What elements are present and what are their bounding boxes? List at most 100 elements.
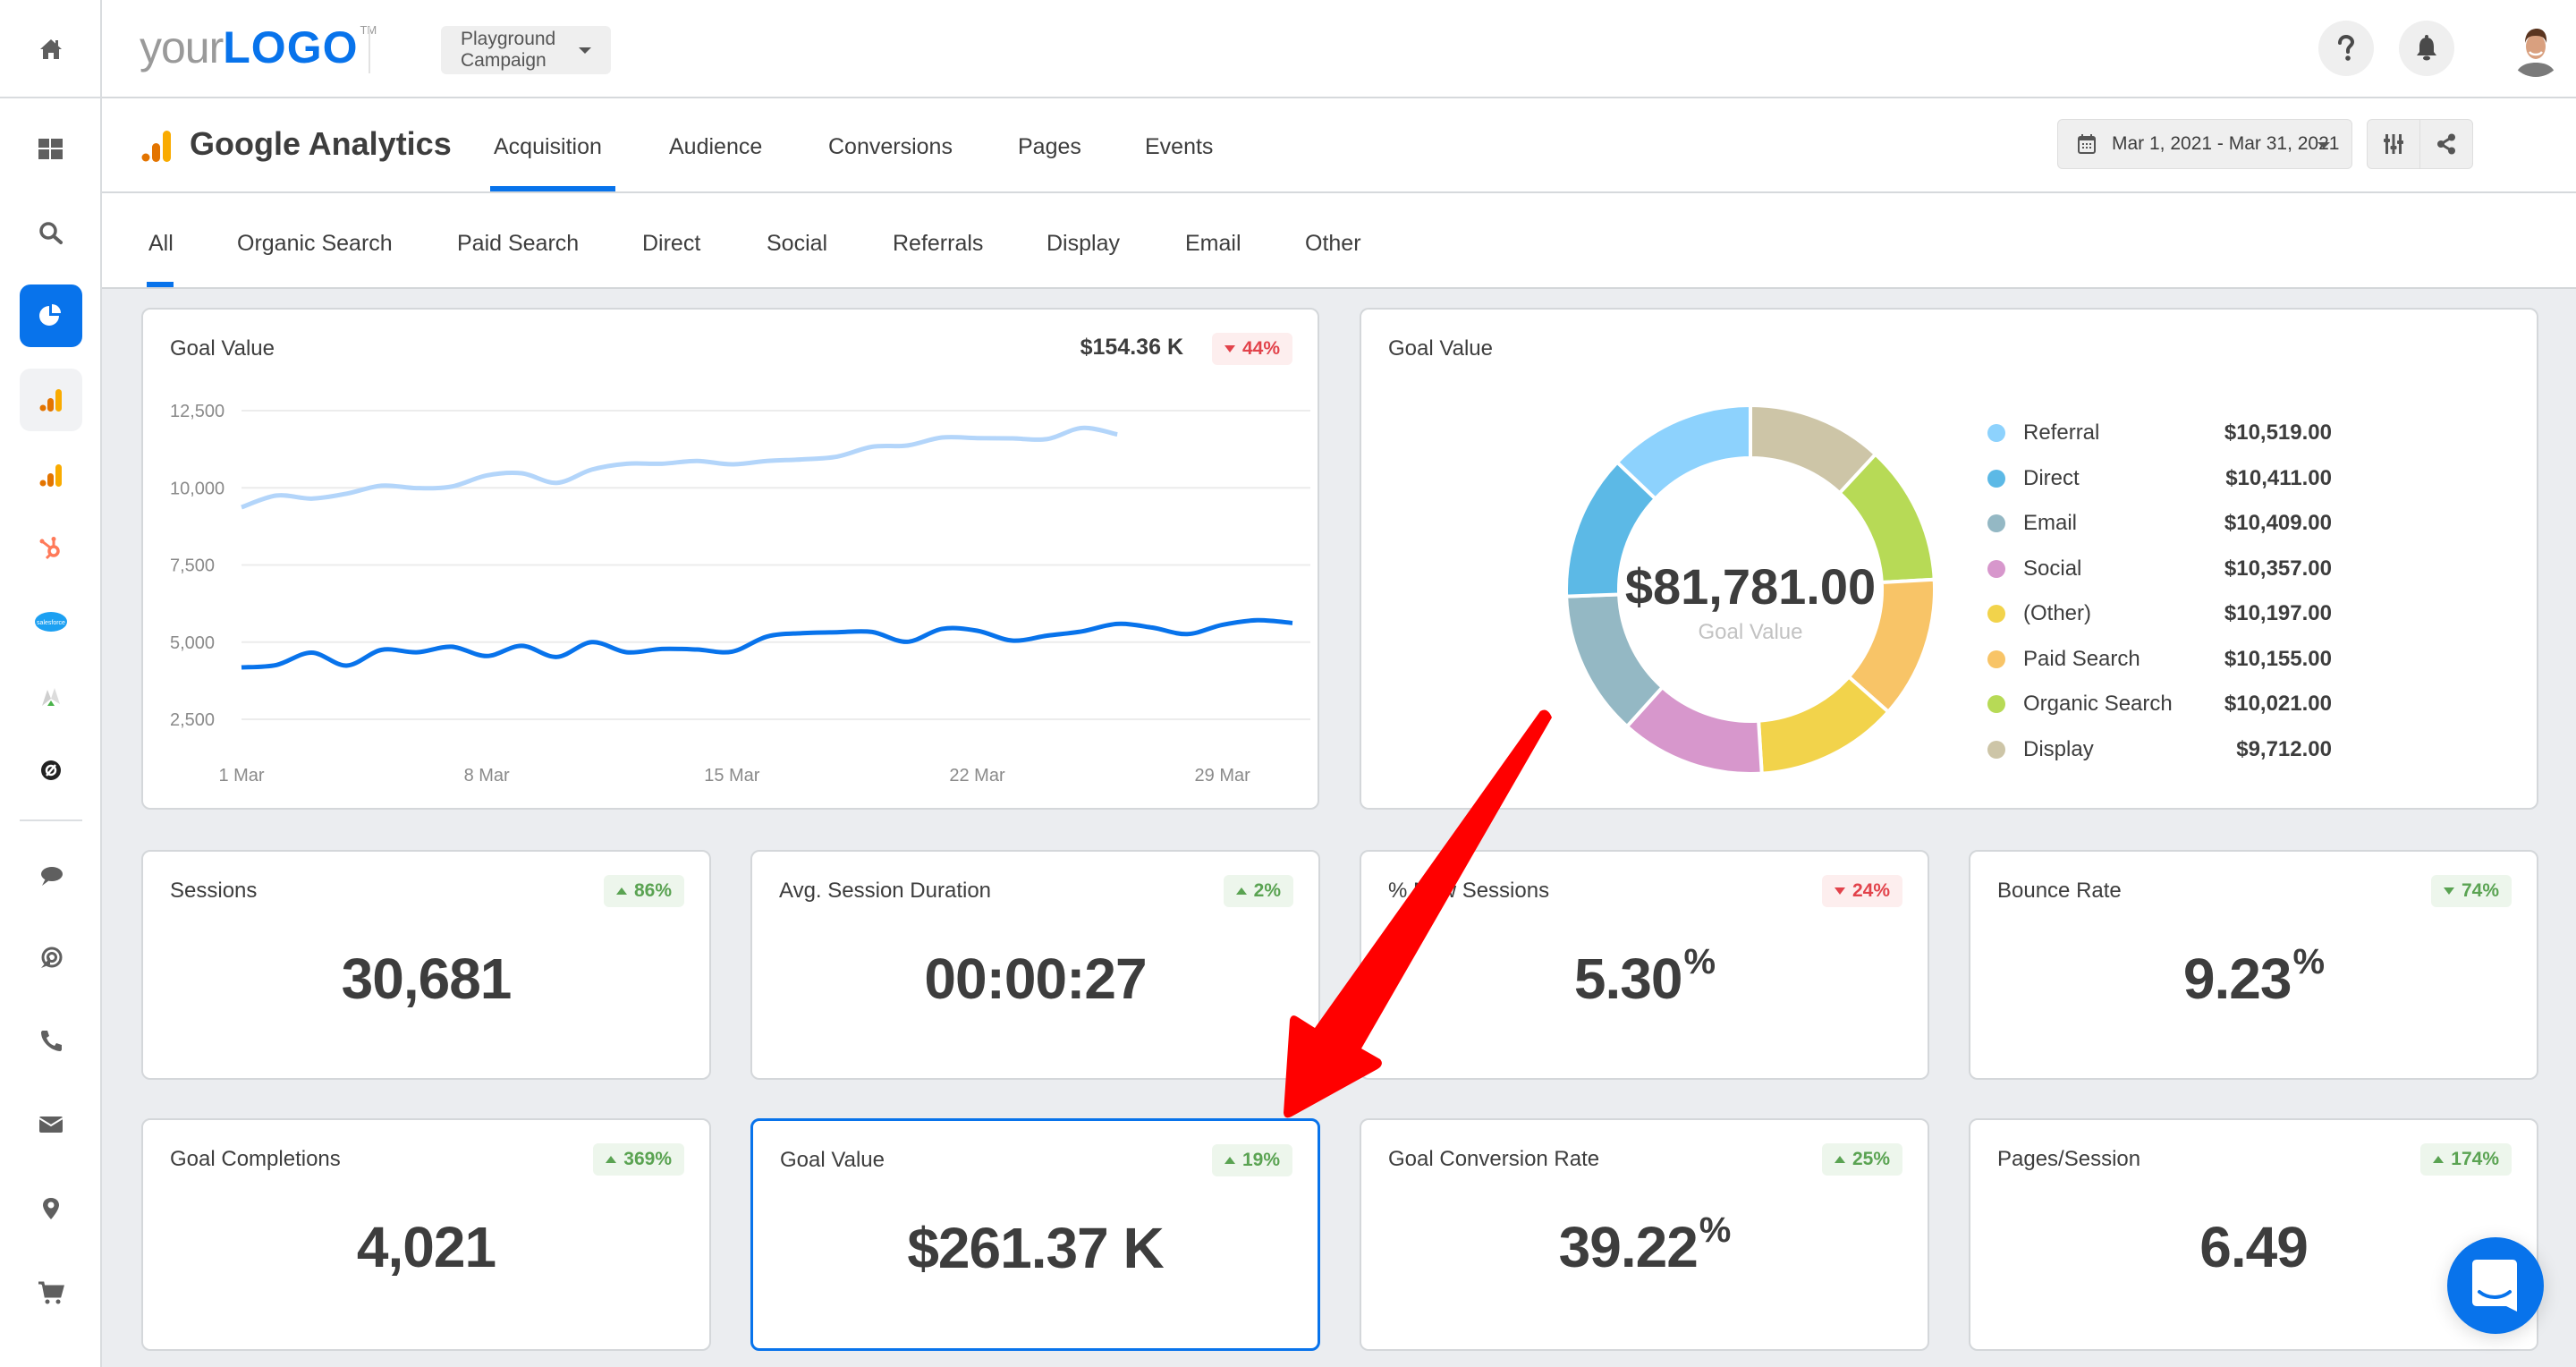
data-point[interactable] (1252, 615, 1263, 625)
tab-audience[interactable]: Audience (669, 134, 762, 160)
data-point[interactable] (726, 459, 737, 470)
data-point[interactable] (377, 480, 387, 491)
sidebar-item-home[interactable] (20, 18, 82, 81)
data-point[interactable] (832, 627, 843, 638)
help-button[interactable] (2318, 21, 2374, 76)
sidebar-item-ecommerce[interactable] (20, 1261, 82, 1324)
data-point[interactable] (762, 455, 773, 466)
data-point[interactable] (1182, 629, 1193, 640)
tab-events[interactable]: Events (1145, 134, 1213, 160)
data-point[interactable] (1077, 422, 1088, 433)
sidebar-item-email[interactable] (20, 1093, 82, 1156)
sidebar-item-chat[interactable] (20, 845, 82, 907)
data-point[interactable] (587, 464, 597, 475)
legend-item[interactable]: Paid Search $10,155.00 (1987, 641, 2363, 677)
data-point[interactable] (1112, 618, 1123, 629)
data-point[interactable] (691, 644, 702, 655)
data-point[interactable] (1042, 631, 1053, 641)
data-point[interactable] (1007, 433, 1018, 444)
data-point[interactable] (657, 458, 667, 469)
data-point[interactable] (691, 455, 702, 466)
sidebar-item-calls[interactable] (20, 1009, 82, 1072)
previous-period-line[interactable] (241, 425, 1118, 510)
data-point[interactable] (342, 660, 352, 671)
kpi-card[interactable]: Sessions 86% 30,681 (141, 850, 711, 1080)
sidebar-item-dashboard[interactable] (20, 118, 82, 181)
data-point[interactable] (972, 625, 983, 636)
tab-acquisition[interactable]: Acquisition (494, 134, 602, 160)
current-period-line[interactable] (241, 617, 1293, 670)
data-point[interactable] (587, 637, 597, 648)
sidebar-item-pingdom[interactable] (20, 739, 82, 802)
campaign-select[interactable]: Playground Campaign (441, 26, 611, 74)
legend-item[interactable]: Display $9,712.00 (1987, 732, 2363, 768)
data-point[interactable] (1077, 626, 1088, 637)
sidebar-item-tracking[interactable] (20, 927, 82, 989)
sidebar-item-salesforce[interactable]: salesforce (20, 590, 82, 653)
data-point[interactable] (446, 481, 457, 492)
subtab-email[interactable]: Email (1185, 231, 1241, 257)
kpi-card[interactable]: Bounce Rate 74% 9.23% (1969, 850, 2538, 1080)
data-point[interactable] (832, 451, 843, 462)
subtab-all[interactable]: All (148, 231, 174, 257)
data-point[interactable] (867, 626, 877, 637)
data-point[interactable] (622, 647, 632, 658)
kpi-card[interactable]: Goal Conversion Rate 25% 39.22% (1360, 1118, 1929, 1351)
legend-item[interactable]: Social $10,357.00 (1987, 551, 2363, 587)
date-range-picker[interactable]: Mar 1, 2021 - Mar 31, 2021 (2057, 119, 2352, 169)
kpi-card[interactable]: Goal Value 19% $261.37 K (750, 1118, 1320, 1351)
data-point[interactable] (342, 488, 352, 499)
tab-conversions[interactable]: Conversions (828, 134, 953, 160)
data-point[interactable] (481, 650, 492, 661)
chat-support-button[interactable] (2447, 1237, 2544, 1334)
data-point[interactable] (1112, 429, 1123, 440)
data-point[interactable] (726, 646, 737, 657)
kpi-card[interactable]: % New Sessions 24% 5.30% (1360, 850, 1929, 1080)
data-point[interactable] (1287, 617, 1298, 628)
subtab-direct[interactable]: Direct (642, 231, 700, 257)
user-avatar[interactable] (2508, 21, 2563, 77)
data-point[interactable] (762, 632, 773, 642)
subtab-social[interactable]: Social (767, 231, 827, 257)
data-point[interactable] (516, 468, 527, 479)
data-point[interactable] (306, 493, 317, 504)
sidebar-item-search[interactable] (20, 202, 82, 265)
data-point[interactable] (1042, 434, 1053, 445)
legend-item[interactable]: Organic Search $10,021.00 (1987, 686, 2363, 722)
data-point[interactable] (411, 647, 422, 658)
kpi-card[interactable]: Pages/Session 174% 6.49 (1969, 1118, 2538, 1351)
data-point[interactable] (306, 647, 317, 658)
data-point[interactable] (936, 624, 947, 634)
legend-item[interactable]: Email $10,409.00 (1987, 505, 2363, 541)
data-point[interactable] (236, 662, 247, 673)
data-point[interactable] (271, 490, 282, 501)
sidebar-item-local[interactable] (20, 1177, 82, 1240)
sidebar-item-google-analytics-4[interactable] (20, 444, 82, 506)
legend-item[interactable]: Direct $10,411.00 (1987, 461, 2363, 497)
data-point[interactable] (446, 641, 457, 652)
data-point[interactable] (622, 458, 632, 469)
subtab-other[interactable]: Other (1305, 231, 1361, 257)
data-point[interactable] (902, 440, 912, 451)
data-point[interactable] (1007, 635, 1018, 646)
subtab-organic-search[interactable]: Organic Search (237, 231, 393, 257)
sidebar-item-integration[interactable] (20, 666, 82, 728)
legend-item[interactable]: Referral $10,519.00 (1987, 415, 2363, 451)
data-point[interactable] (552, 651, 563, 662)
legend-item[interactable]: (Other) $10,197.00 (1987, 596, 2363, 632)
tab-pages[interactable]: Pages (1018, 134, 1081, 160)
data-point[interactable] (1147, 623, 1157, 633)
data-point[interactable] (902, 636, 912, 647)
brand-logo[interactable]: your LOGO TM (140, 21, 377, 75)
data-point[interactable] (936, 432, 947, 443)
data-point[interactable] (271, 659, 282, 670)
data-point[interactable] (377, 644, 387, 655)
data-point[interactable] (797, 454, 808, 465)
notifications-button[interactable] (2399, 21, 2454, 76)
sidebar-item-reports[interactable] (20, 284, 82, 347)
data-point[interactable] (972, 433, 983, 444)
share-button[interactable] (2419, 120, 2472, 168)
data-point[interactable] (797, 628, 808, 639)
subtab-display[interactable]: Display (1046, 231, 1120, 257)
subtab-referrals[interactable]: Referrals (893, 231, 983, 257)
